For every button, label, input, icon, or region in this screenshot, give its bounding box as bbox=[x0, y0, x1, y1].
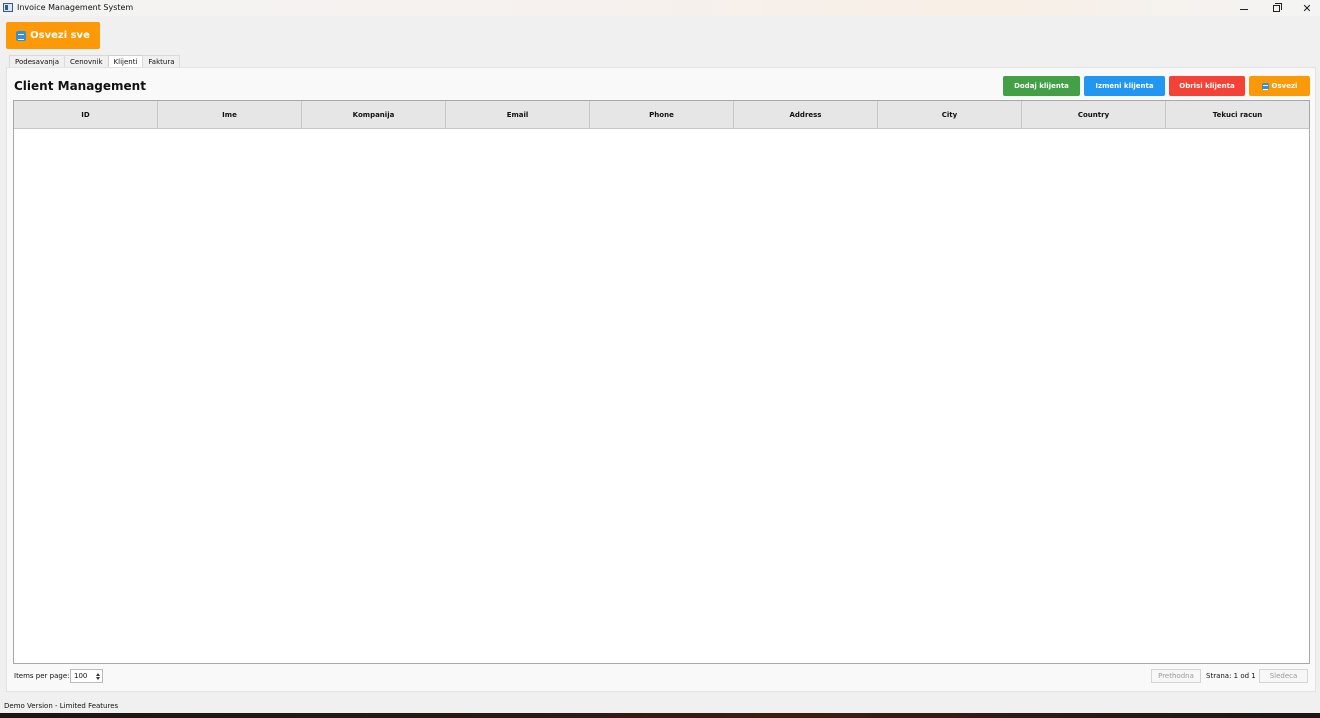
refresh-all-button[interactable]: Osvezi sve bbox=[6, 22, 100, 49]
column-header-email[interactable]: Email bbox=[446, 101, 590, 128]
delete-client-button[interactable]: Obrisi klijenta bbox=[1169, 76, 1245, 96]
minimize-icon bbox=[1240, 8, 1248, 10]
clients-table[interactable]: ID Ime Kompanija Email Phone Address Cit… bbox=[13, 100, 1310, 664]
chevron-down-icon[interactable] bbox=[95, 676, 100, 680]
window-titlebar: Invoice Management System ✕ bbox=[0, 0, 1320, 16]
edit-client-button[interactable]: Izmeni klijenta bbox=[1084, 76, 1165, 96]
items-per-page-spinbox[interactable]: 100 bbox=[70, 669, 103, 683]
page-title: Client Management bbox=[14, 79, 146, 93]
column-header-kompanija[interactable]: Kompanija bbox=[302, 101, 446, 128]
spinbox-arrows[interactable] bbox=[93, 670, 102, 682]
items-per-page-value[interactable]: 100 bbox=[71, 672, 93, 680]
page-indicator: Strana: 1 od 1 bbox=[1206, 672, 1256, 680]
refresh-icon bbox=[16, 30, 27, 41]
taskbar-edge bbox=[0, 713, 1320, 718]
table-header: ID Ime Kompanija Email Phone Address Cit… bbox=[14, 101, 1309, 129]
close-button[interactable]: ✕ bbox=[1293, 0, 1320, 16]
add-client-button[interactable]: Dodaj klijenta bbox=[1003, 76, 1080, 96]
column-header-id[interactable]: ID bbox=[14, 101, 158, 128]
window-title: Invoice Management System bbox=[17, 3, 134, 12]
next-page-button[interactable]: Sledeca bbox=[1259, 669, 1308, 683]
column-header-city[interactable]: City bbox=[878, 101, 1022, 128]
app-icon bbox=[3, 3, 13, 12]
maximize-button[interactable] bbox=[1262, 0, 1290, 16]
column-header-address[interactable]: Address bbox=[734, 101, 878, 128]
status-bar-text: Demo Version - Limited Features bbox=[4, 702, 119, 710]
items-per-page-label: Items per page: bbox=[14, 672, 70, 680]
restore-icon bbox=[1272, 2, 1282, 12]
tab-faktura[interactable]: Faktura bbox=[142, 55, 181, 67]
refresh-icon bbox=[1261, 82, 1269, 90]
column-header-tekuci-racun[interactable]: Tekuci racun bbox=[1166, 101, 1309, 128]
refresh-button[interactable]: Osvezi bbox=[1249, 76, 1310, 96]
column-header-phone[interactable]: Phone bbox=[590, 101, 734, 128]
tab-podesavanja[interactable]: Podesavanja bbox=[9, 55, 66, 67]
refresh-label: Osvezi bbox=[1271, 82, 1298, 90]
tab-cenovnik[interactable]: Cenovnik bbox=[64, 55, 109, 67]
minimize-button[interactable] bbox=[1230, 0, 1258, 16]
previous-page-button[interactable]: Prethodna bbox=[1151, 669, 1201, 683]
chevron-up-icon[interactable] bbox=[95, 672, 100, 676]
column-header-ime[interactable]: Ime bbox=[158, 101, 302, 128]
refresh-all-label: Osvezi sve bbox=[30, 30, 90, 41]
column-header-country[interactable]: Country bbox=[1022, 101, 1166, 128]
close-icon: ✕ bbox=[1302, 1, 1312, 15]
